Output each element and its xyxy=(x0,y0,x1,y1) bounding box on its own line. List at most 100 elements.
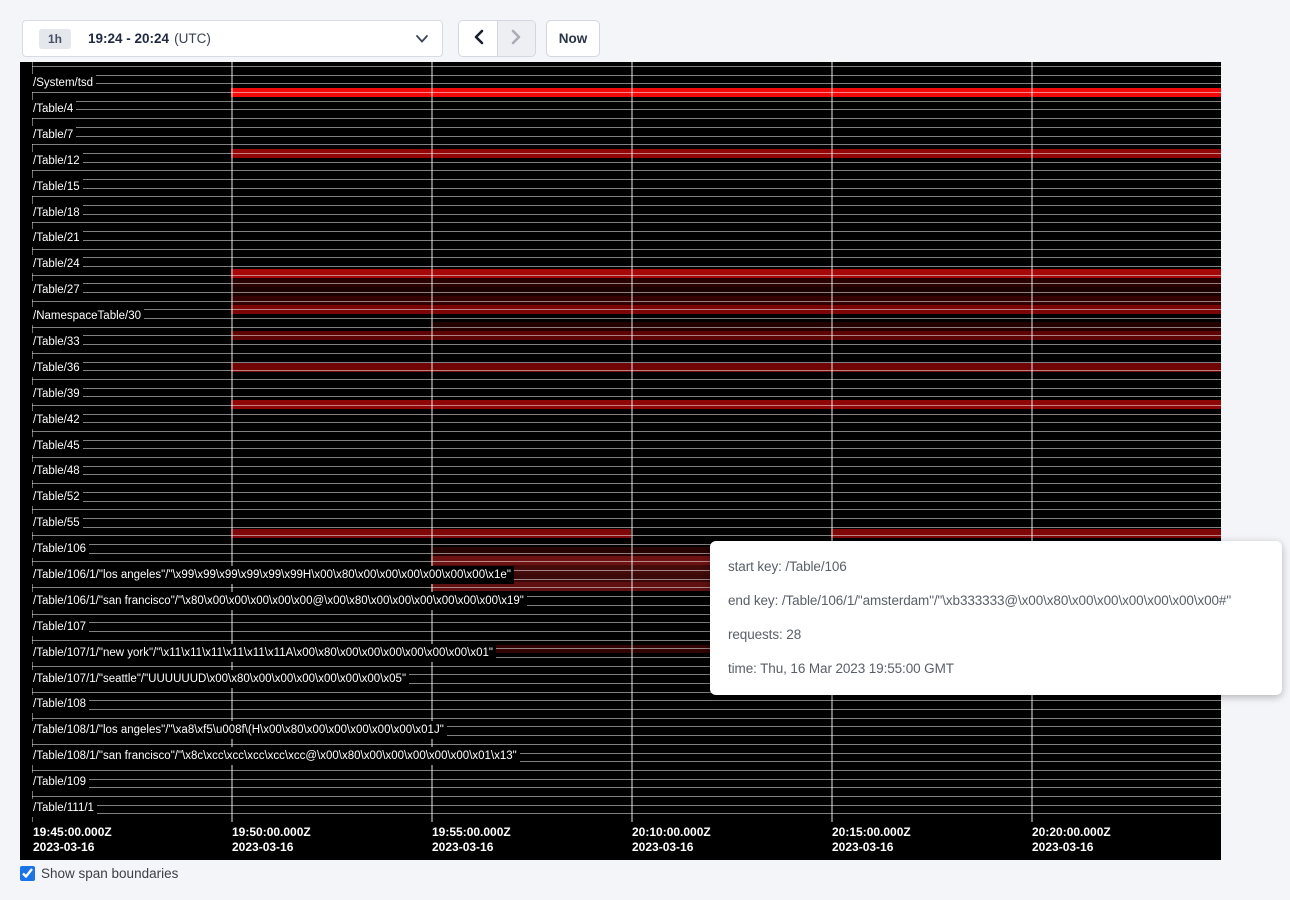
span-boundary-line xyxy=(32,787,1221,788)
row-label: /Table/106/1/"san francisco"/"\x80\x00\x… xyxy=(32,592,527,610)
span-boundary-line xyxy=(32,796,1221,797)
span-boundary-line xyxy=(32,396,1221,397)
tooltip-start-key: start key: /Table/106 xyxy=(728,550,1264,584)
next-window-button[interactable] xyxy=(497,21,535,56)
span-boundary-line xyxy=(32,509,1221,510)
time-grid-line xyxy=(431,62,433,822)
key-visualizer-canvas[interactable]: /System/tsd/Table/4/Table/7/Table/12/Tab… xyxy=(20,62,1221,822)
span-boundary-line xyxy=(32,283,1221,284)
row-label: /Table/33 xyxy=(32,333,83,351)
time-range-dropdown[interactable]: 1h 19:24 - 20:24 (UTC) xyxy=(22,20,443,57)
span-boundary-line xyxy=(32,535,1221,536)
span-boundary-line xyxy=(32,301,1221,302)
row-label: /Table/48 xyxy=(32,462,83,480)
span-boundary-line xyxy=(32,162,1221,163)
row-label: /Table/111/1 xyxy=(32,799,97,817)
time-grid-line xyxy=(1031,62,1033,822)
span-boundary-line xyxy=(32,292,1221,293)
span-boundary-line xyxy=(32,335,1221,336)
row-label: /Table/107/1/"new york"/"\x11\x11\x11\x1… xyxy=(32,644,496,662)
span-boundary-line xyxy=(32,779,1221,780)
heat-band[interactable] xyxy=(231,269,1221,278)
span-boundary-line xyxy=(32,718,1221,719)
row-label: /Table/21 xyxy=(32,229,83,247)
tooltip-end-key: end key: /Table/106/1/"amsterdam"/"\xb33… xyxy=(728,584,1264,618)
row-label: /Table/7 xyxy=(32,126,76,144)
row-label: /Table/107/1/"seattle"/"UUUUUUD\x00\x80\… xyxy=(32,670,409,688)
row-label: /Table/108 xyxy=(32,695,89,713)
show-span-boundaries[interactable]: Show span boundaries xyxy=(20,866,178,881)
span-boundary-line xyxy=(32,75,1221,76)
span-boundary-line xyxy=(32,240,1221,241)
span-boundary-line xyxy=(32,466,1221,467)
time-window-nav xyxy=(458,20,536,57)
row-label: /Table/109 xyxy=(32,773,89,791)
chevron-right-icon xyxy=(511,29,522,48)
tooltip-time: time: Thu, 16 Mar 2023 19:55:00 GMT xyxy=(728,652,1264,686)
span-boundary-line xyxy=(32,83,1221,84)
x-axis-tick-label: 19:45:00.000Z 2023-03-16 xyxy=(33,825,112,855)
span-boundary-line xyxy=(32,275,1221,276)
prev-window-button[interactable] xyxy=(459,21,497,56)
span-boundary-line xyxy=(32,136,1221,137)
row-label: /Table/36 xyxy=(32,359,83,377)
span-boundary-line xyxy=(32,805,1221,806)
span-boundary-line xyxy=(32,744,1221,745)
span-boundary-line xyxy=(32,92,1221,93)
span-boundary-line xyxy=(32,353,1221,354)
span-boundary-line xyxy=(32,457,1221,458)
row-label: /Table/106/1/"los angeles"/"\x99\x99\x99… xyxy=(32,566,514,584)
span-boundary-line xyxy=(32,370,1221,371)
span-boundary-line xyxy=(32,179,1221,180)
time-grid-line xyxy=(831,62,833,822)
span-boundary-line xyxy=(32,205,1221,206)
span-boundary-line xyxy=(32,422,1221,423)
span-boundary-line xyxy=(32,362,1221,363)
row-label: /Table/15 xyxy=(32,178,83,196)
row-label: /Table/27 xyxy=(32,281,83,299)
span-boundary-line xyxy=(32,379,1221,380)
span-tooltip: start key: /Table/106 end key: /Table/10… xyxy=(710,541,1282,695)
tooltip-requests: requests: 28 xyxy=(728,618,1264,652)
chevron-down-icon xyxy=(416,35,428,43)
span-boundary-line xyxy=(32,344,1221,345)
row-label: /Table/45 xyxy=(32,437,83,455)
row-label: /Table/108/1/"san francisco"/"\x8c\xcc\x… xyxy=(32,747,520,765)
time-grid-line xyxy=(231,62,233,822)
span-boundary-line xyxy=(32,700,1221,701)
span-boundary-line xyxy=(32,196,1221,197)
span-boundary-line xyxy=(32,66,1221,67)
row-label: /Table/12 xyxy=(32,152,83,170)
span-boundary-line xyxy=(32,388,1221,389)
span-boundary-line xyxy=(32,188,1221,189)
show-span-boundaries-checkbox[interactable] xyxy=(20,866,35,881)
span-boundary-line xyxy=(32,431,1221,432)
chevron-left-icon xyxy=(473,29,484,48)
row-label: /Table/106 xyxy=(32,540,89,558)
span-boundary-line xyxy=(32,492,1221,493)
row-label: /Table/4 xyxy=(32,100,76,118)
span-boundary-line xyxy=(32,518,1221,519)
row-label: /NamespaceTable/30 xyxy=(32,307,144,325)
now-button[interactable]: Now xyxy=(546,20,600,57)
span-boundary-line xyxy=(32,318,1221,319)
span-boundary-line xyxy=(32,527,1221,528)
row-label: /Table/39 xyxy=(32,385,83,403)
x-axis-tick-label: 20:20:00.000Z 2023-03-16 xyxy=(1032,825,1111,855)
span-boundary-line xyxy=(32,153,1221,154)
span-boundary-line xyxy=(32,405,1221,406)
heat-band[interactable] xyxy=(831,529,1221,538)
span-boundary-line xyxy=(32,231,1221,232)
span-boundary-line xyxy=(32,709,1221,710)
span-boundary-line xyxy=(32,448,1221,449)
span-boundary-line xyxy=(32,813,1221,814)
span-boundary-line xyxy=(32,327,1221,328)
span-boundary-line xyxy=(32,109,1221,110)
span-boundary-line xyxy=(32,414,1221,415)
span-boundary-line xyxy=(32,440,1221,441)
row-label: /Table/18 xyxy=(32,204,83,222)
span-boundary-line xyxy=(32,770,1221,771)
row-label: /System/tsd xyxy=(32,74,96,92)
span-boundary-line xyxy=(32,118,1221,119)
x-axis: 19:45:00.000Z 2023-03-1619:50:00.000Z 20… xyxy=(20,822,1221,860)
